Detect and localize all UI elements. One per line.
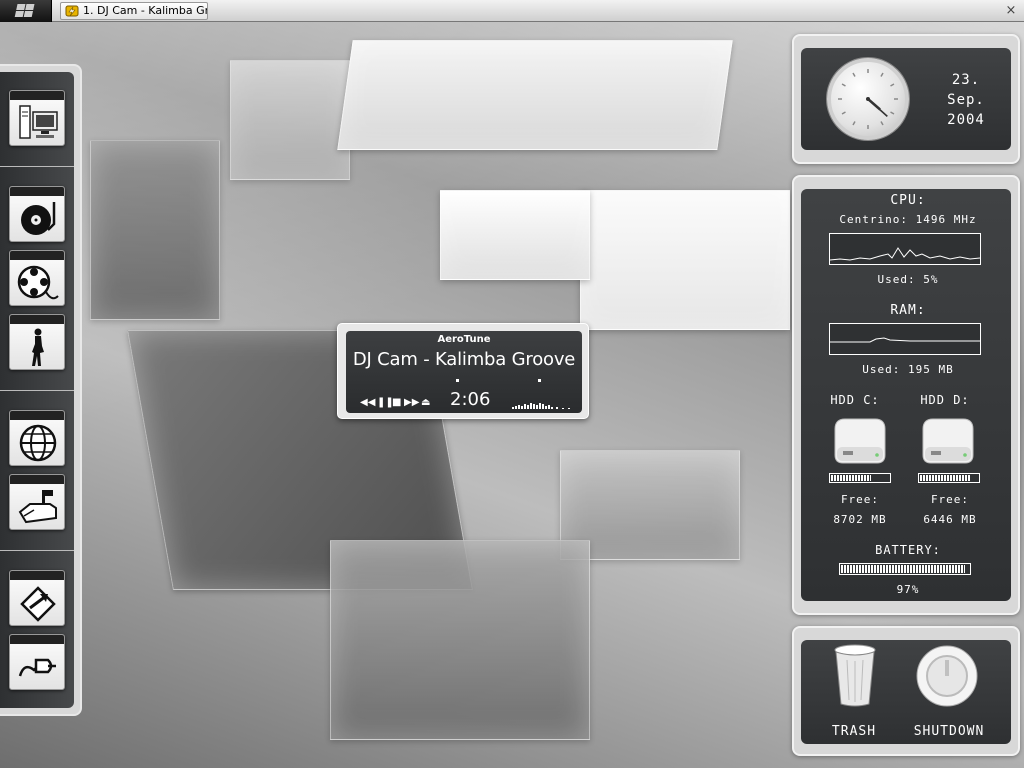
hdd-c-free-label: Free: [840, 493, 880, 506]
next-icon[interactable]: ▶▶ [404, 397, 419, 409]
hdd-c-free-value: 8702 MB [833, 513, 887, 526]
battery-value: 97% [896, 583, 920, 596]
mailbox-icon [18, 490, 57, 524]
position-marker [456, 379, 459, 382]
trash-button[interactable]: TRASH [819, 644, 889, 740]
plug-icon [18, 658, 56, 677]
dock-panel [0, 72, 74, 708]
hdd-d-free-value: 6446 MB [923, 513, 977, 526]
trash-label: TRASH [831, 724, 877, 739]
taskbar-item-player[interactable]: 1. DJ Cam - Kalimba Gr... [60, 2, 208, 20]
hard-drive-d-icon[interactable] [917, 415, 979, 467]
dock-item-music[interactable] [9, 186, 65, 242]
cpu-model: Centrino: 1496 MHz [839, 213, 977, 226]
system-panel-inner: CPU: Centrino: 1496 MHz Used: 5% RAM: Us… [801, 189, 1011, 601]
dock-item-email[interactable] [9, 474, 65, 530]
spectrum-visualizer [512, 403, 570, 409]
clock-panel-inner: 23. Sep. 2004 [801, 48, 1011, 150]
player-time: 2:06 [450, 389, 491, 410]
dock-item-pictures[interactable] [9, 314, 65, 370]
wallpaper-cube [330, 540, 590, 740]
player-display: AeroTune DJ Cam - Kalimba Groove ◀◀ ❚❚ ■… [346, 331, 582, 413]
turntable-icon [21, 202, 56, 235]
clock-minute-hand [867, 98, 888, 117]
battery-bar [839, 563, 971, 575]
date-display: 23. Sep. 2004 [921, 70, 1011, 130]
globe-icon [19, 424, 57, 462]
wallpaper-cube [90, 140, 220, 320]
woman-silhouette-icon [32, 328, 44, 366]
cpu-used: Used: 5% [877, 273, 939, 286]
clock-tick [880, 72, 884, 77]
dock-divider [0, 166, 74, 167]
stop-icon[interactable]: ■ [392, 397, 401, 409]
winamp-lightning-icon [65, 5, 79, 17]
dock-item-video[interactable] [9, 250, 65, 306]
power-icon [916, 645, 978, 707]
date-month: Sep. [947, 92, 985, 108]
dock-divider [0, 390, 74, 391]
taskbar-item-label: 1. DJ Cam - Kalimba Gr... [83, 4, 208, 17]
windows-logo-icon [14, 4, 36, 18]
prev-icon[interactable]: ◀◀ [360, 397, 375, 409]
clock-tick [890, 111, 895, 115]
cpu-title: CPU: [890, 193, 926, 208]
clock-tick [841, 83, 846, 87]
clock-tick [841, 111, 846, 115]
clock-tick [852, 72, 856, 77]
shutdown-label: SHUTDOWN [913, 724, 985, 739]
player-app-name: AeroTune [437, 334, 491, 345]
wallpaper-cube [230, 60, 350, 180]
dock-item-network[interactable] [9, 570, 65, 626]
start-button[interactable] [0, 0, 52, 22]
shutdown-button[interactable]: SHUTDOWN [901, 644, 997, 740]
analog-clock [827, 58, 909, 140]
wallpaper-cube [337, 40, 733, 150]
media-player[interactable]: AeroTune DJ Cam - Kalimba Groove ◀◀ ❚❚ ■… [337, 323, 589, 419]
ram-title: RAM: [890, 303, 926, 318]
ram-usage-graph [829, 323, 981, 355]
clock-tick [890, 83, 895, 87]
hard-drive-c-icon[interactable] [829, 415, 891, 467]
player-track-title: DJ Cam - Kalimba Groove [352, 349, 576, 370]
clock-widget: 23. Sep. 2004 [792, 34, 1020, 164]
wallpaper-cube [580, 190, 790, 330]
system-monitor-widget: CPU: Centrino: 1496 MHz Used: 5% RAM: Us… [792, 175, 1020, 615]
trash-can-icon [834, 644, 876, 707]
cpu-usage-graph [829, 233, 981, 265]
clock-tick [852, 121, 856, 126]
network-transfer-icon [20, 586, 56, 622]
wallpaper-cube [440, 190, 590, 280]
hdd-c-label: HDD C: [830, 393, 880, 407]
computer-icon [19, 105, 58, 139]
close-icon[interactable]: × [1004, 4, 1018, 18]
date-day: 23. [951, 72, 981, 88]
hdd-d-usage-bar [918, 473, 980, 483]
hdd-c-usage-bar [829, 473, 891, 483]
dock-item-internet[interactable] [9, 410, 65, 466]
ram-used: Used: 195 MB [862, 363, 954, 376]
actions-widget: TRASH SHUTDOWN [792, 626, 1020, 756]
hdd-d-free-label: Free: [930, 493, 970, 506]
date-year: 2004 [947, 112, 985, 128]
dock [0, 64, 82, 716]
eject-icon[interactable]: ⏏ [421, 397, 430, 409]
taskbar: 1. DJ Cam - Kalimba Gr... × [0, 0, 1024, 22]
battery-title: BATTERY: [875, 543, 941, 557]
film-reel-icon [17, 265, 59, 300]
volume-marker [538, 379, 541, 382]
dock-divider [0, 550, 74, 551]
hdd-d-label: HDD D: [920, 393, 970, 407]
clock-tick [880, 121, 884, 126]
actions-panel-inner: TRASH SHUTDOWN [801, 640, 1011, 744]
dock-item-my-computer[interactable] [9, 90, 65, 146]
dock-item-connect[interactable] [9, 634, 65, 690]
